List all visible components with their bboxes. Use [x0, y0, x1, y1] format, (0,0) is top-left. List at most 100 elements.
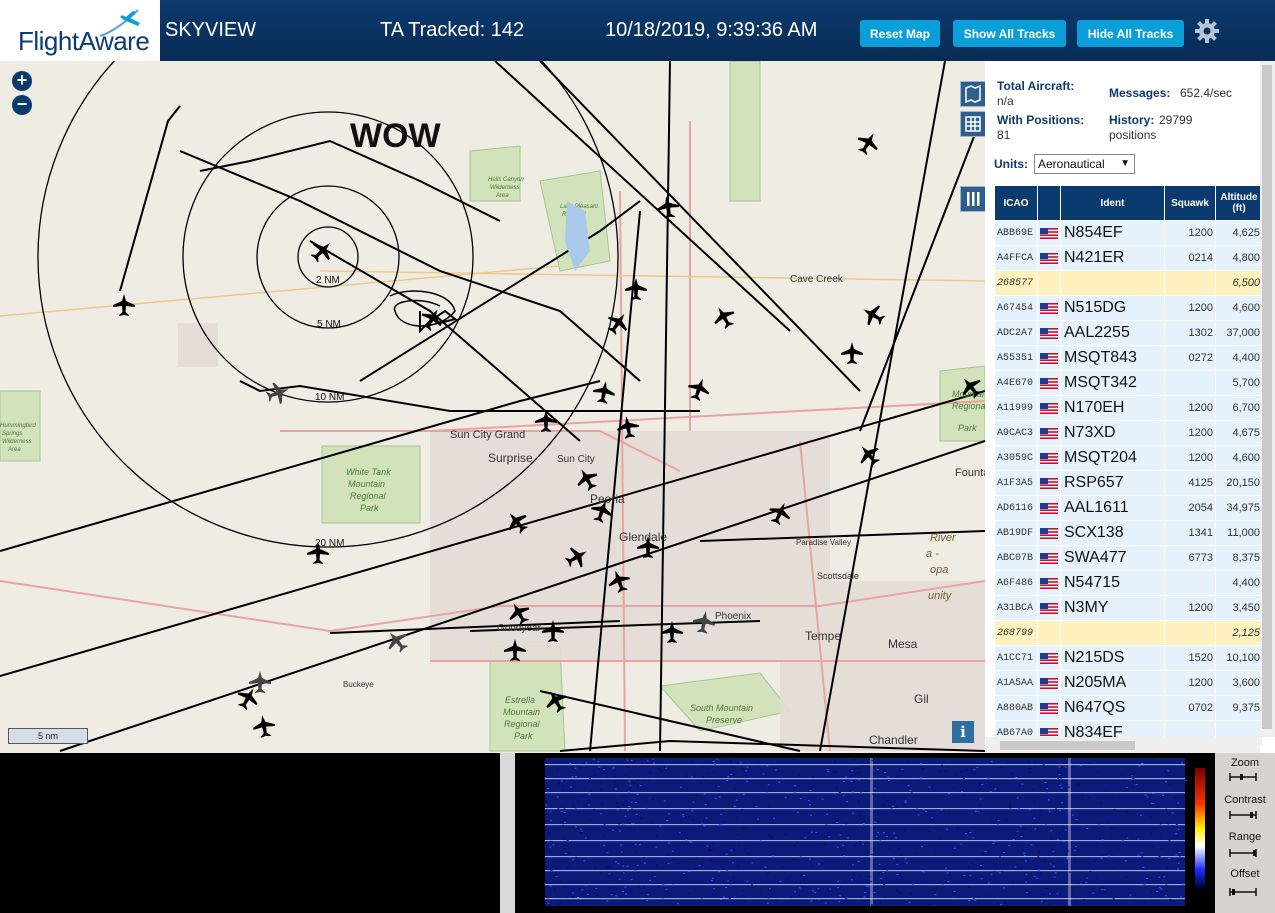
aircraft-icon[interactable] [625, 278, 647, 300]
table-row[interactable]: A67454 N515DG 1200 4,600 [995, 296, 1262, 320]
aircraft-icon[interactable] [709, 302, 739, 332]
waterfall-noise [825, 824, 828, 826]
waterfall-noise [890, 808, 893, 810]
table-row[interactable]: ABC07B SWA477 6773 8,375 [995, 546, 1262, 570]
show-all-tracks-button[interactable]: Show All Tracks [953, 20, 1066, 47]
waterfall-noise [628, 806, 631, 808]
waterfall-noise [807, 800, 810, 802]
park-white-tank-4: Park [360, 503, 379, 513]
waterfall-noise [976, 766, 979, 768]
waterfall-noise [1063, 840, 1066, 842]
waterfall-noise [833, 815, 836, 817]
waterfall-noise [1133, 772, 1136, 774]
waterfall-noise [833, 760, 836, 762]
table-row[interactable]: ABB69E N854EF 1200 4,625 [995, 221, 1262, 245]
waterfall-noise [1125, 811, 1128, 813]
waterfall-noise [677, 903, 680, 905]
horizontal-scroll-thumb[interactable] [1000, 741, 1135, 750]
map-view[interactable]: 2 NM 5 NM 10 NM 20 NM Cave Creek Sun Cit… [0, 61, 985, 753]
waterfall-noise [793, 785, 796, 787]
waterfall-noise [1075, 846, 1078, 848]
waterfall-noise [1069, 904, 1072, 906]
table-row[interactable]: AD6116 AAL1611 2054 34,975 [995, 496, 1262, 520]
table-row[interactable]: A880AB N647QS 0702 9,375 [995, 696, 1262, 720]
vertical-scroll-thumb[interactable] [1262, 65, 1272, 729]
waterfall-noise [849, 865, 852, 867]
column-altitude[interactable]: Altitude (ft) [1216, 186, 1262, 220]
aircraft-icon[interactable] [113, 294, 135, 316]
column-toggle-button[interactable] [960, 186, 985, 212]
waterfall-noise [614, 828, 617, 830]
reset-map-button[interactable]: Reset Map [860, 20, 940, 47]
column-flag[interactable] [1038, 186, 1060, 220]
waterfall-noise [823, 838, 826, 840]
table-row[interactable]: A1A5AA N205MA 1200 3,600 [995, 671, 1262, 695]
flightaware-logo[interactable]: FlightAware [0, 0, 160, 61]
zoom-in-button[interactable]: + [12, 71, 32, 91]
waterfall-noise [624, 815, 627, 817]
waterfall-display[interactable] [515, 758, 1215, 907]
table-row[interactable]: ADC2A7 AAL2255 1302 37,000 [995, 321, 1262, 345]
table-row[interactable]: A4E670 MSQT342 5,700 [995, 371, 1262, 395]
aircraft-icon[interactable] [854, 440, 885, 471]
hide-all-tracks-button[interactable]: Hide All Tracks [1077, 20, 1184, 47]
table-row[interactable]: 268577 6,500 [995, 271, 1262, 295]
waterfall-noise [866, 885, 869, 887]
waterfall-noise [944, 770, 947, 772]
table-row[interactable]: A6F486 N54715 4,400 [995, 571, 1262, 595]
table-row[interactable]: A11999 N170EH 1200 6,700 [995, 396, 1262, 420]
column-squawk[interactable]: Squawk [1165, 186, 1215, 220]
waterfall-noise [930, 817, 933, 819]
waterfall-noise [1163, 876, 1166, 878]
map-layer-button[interactable] [960, 81, 985, 107]
gear-icon[interactable] [1193, 17, 1221, 45]
table-row[interactable]: A1CC71 N215DS 1520 10,100 [995, 646, 1262, 670]
aircraft-icon[interactable] [841, 342, 863, 364]
waterfall-noise [1001, 871, 1004, 873]
range-slider[interactable] [1228, 848, 1258, 858]
waterfall-noise [818, 889, 821, 891]
waterfall-noise [857, 860, 860, 862]
offset-slider[interactable] [1228, 887, 1258, 897]
row-squawk: 1200 [1165, 596, 1215, 620]
info-button[interactable]: i [952, 721, 974, 743]
aircraft-icon[interactable] [306, 235, 337, 266]
zoom-slider[interactable] [1228, 772, 1258, 782]
aircraft-icon[interactable] [858, 300, 888, 330]
waterfall-noise [600, 813, 603, 815]
contrast-slider[interactable] [1228, 810, 1258, 820]
waterfall-noise [1158, 856, 1161, 858]
waterfall-noise [666, 854, 669, 856]
waterfall-noise [678, 832, 681, 834]
table-row[interactable]: A55351 MSQT843 0272 4,400 [995, 346, 1262, 370]
grid-toggle-button[interactable] [960, 111, 985, 137]
map-canvas[interactable]: 2 NM 5 NM 10 NM 20 NM Cave Creek Sun Cit… [0, 61, 985, 753]
waterfall-noise [879, 840, 882, 842]
aircraft-icon[interactable] [251, 713, 276, 738]
table-row[interactable]: A9CAC3 N73XD 1200 4,675 [995, 421, 1262, 445]
aircraft-icon[interactable] [264, 379, 292, 407]
column-ident[interactable]: Ident [1061, 186, 1164, 220]
aircraft-icon[interactable] [853, 128, 883, 158]
table-row[interactable]: A4FFCA N421ER 0214 4,800 [995, 246, 1262, 270]
waterfall-noise [967, 830, 970, 832]
waterfall-noise [1160, 888, 1163, 890]
waterfall-noise [845, 776, 848, 778]
table-row[interactable]: A31BCA N3MY 1200 3,450 [995, 596, 1262, 620]
row-altitude: 20,150 [1216, 471, 1262, 495]
waterfall-noise [628, 780, 631, 782]
table-row[interactable]: A1F3A5 RSP657 4125 20,150 [995, 471, 1262, 495]
zoom-out-button[interactable]: − [12, 95, 32, 115]
waterfall-noise [734, 788, 737, 790]
table-row[interactable]: AB19DF SCX138 1341 11,000 [995, 521, 1262, 545]
row-squawk: 4125 [1165, 471, 1215, 495]
table-row[interactable]: A3059C MSQT204 1200 4,600 [995, 446, 1262, 470]
column-icao[interactable]: ICAO [995, 186, 1037, 220]
waterfall-noise [617, 806, 620, 808]
units-select[interactable]: Aeronautical ▼ [1034, 154, 1135, 174]
waterfall-noise [842, 795, 845, 797]
waterfall-noise [781, 866, 784, 868]
aircraft-icon[interactable] [535, 410, 557, 432]
table-row[interactable]: 268799 2,125 [995, 621, 1262, 645]
row-ident: N54715 [1061, 571, 1164, 595]
